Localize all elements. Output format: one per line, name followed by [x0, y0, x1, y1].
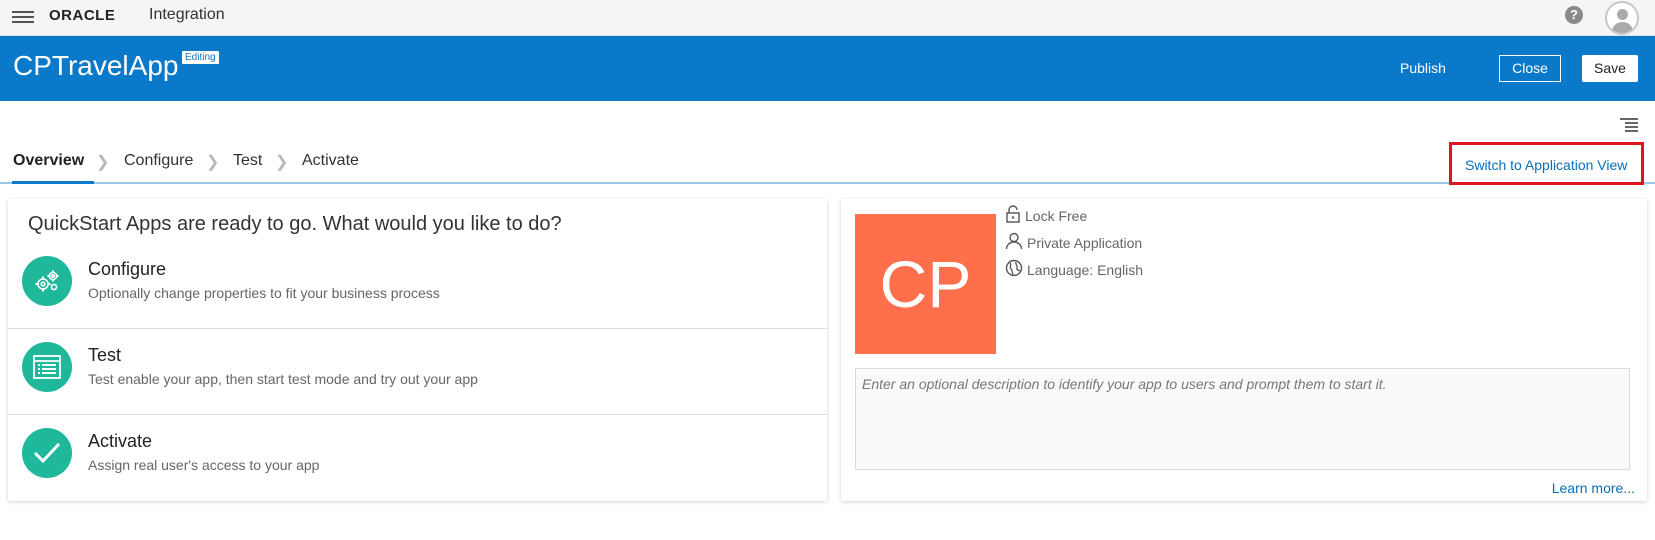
lock-status-label: Lock Free: [1025, 207, 1088, 224]
action-test[interactable]: Test Test enable your app, then start te…: [8, 329, 827, 415]
switch-to-application-view-link[interactable]: Switch to Application View: [1465, 157, 1627, 173]
help-icon[interactable]: ?: [1565, 6, 1583, 24]
action-configure[interactable]: Configure Optionally change properties t…: [8, 243, 827, 329]
visibility-status: Private Application: [1005, 232, 1142, 253]
hamburger-menu-icon[interactable]: [12, 8, 34, 26]
app-header: CPTravelApp Editing Publish Close Save: [0, 36, 1655, 101]
oracle-logo: ORACLE: [49, 7, 116, 24]
lock-open-icon: [1005, 205, 1025, 226]
app-description-field[interactable]: Enter an optional description to identif…: [855, 368, 1630, 470]
globe-icon: [1005, 259, 1027, 280]
action-title: Activate: [88, 431, 153, 451]
action-description: Test enable your app, then start test mo…: [88, 371, 478, 387]
train-step-configure[interactable]: Configure: [124, 152, 193, 170]
test-form-icon: [22, 342, 72, 392]
app-title: CPTravelApp: [13, 50, 179, 81]
train-divider: [0, 182, 1655, 184]
user-avatar[interactable]: [1605, 1, 1639, 35]
action-title: Configure: [88, 259, 167, 279]
editing-badge: Editing: [182, 51, 219, 64]
chevron-right-icon: ❯: [275, 154, 289, 171]
action-activate[interactable]: Activate Assign real user's access to yo…: [8, 415, 827, 501]
list-menu-icon[interactable]: [1620, 116, 1638, 132]
product-name: Integration: [149, 6, 225, 23]
chevron-right-icon: ❯: [96, 154, 110, 171]
train-nav: Overview ❯ Configure ❯ Test ❯ Activate: [0, 140, 1655, 184]
gears-icon: [22, 256, 72, 306]
app-info-panel: CP Lock Free Private Application Languag…: [841, 199, 1647, 501]
checkmark-icon: [22, 428, 72, 478]
chevron-right-icon: ❯: [206, 154, 220, 171]
quickstart-panel: QuickStart Apps are ready to go. What wo…: [8, 199, 827, 501]
language-status: Language: English: [1005, 259, 1143, 280]
visibility-label: Private Application: [1027, 234, 1143, 251]
action-description: Assign real user's access to your app: [88, 457, 320, 473]
action-title: Test: [88, 345, 122, 365]
close-button[interactable]: Close: [1499, 55, 1561, 82]
lock-status: Lock Free: [1005, 205, 1087, 226]
top-bar: ORACLE Integration ?: [0, 0, 1655, 36]
publish-button[interactable]: Publish: [1400, 60, 1446, 76]
person-icon: [1005, 232, 1027, 253]
train-step-activate[interactable]: Activate: [302, 152, 359, 170]
action-description: Optionally change properties to fit your…: [88, 285, 440, 301]
train-step-test[interactable]: Test: [233, 152, 262, 170]
language-label: Language: English: [1027, 261, 1143, 278]
save-button[interactable]: Save: [1582, 55, 1638, 82]
train-active-indicator: [12, 181, 94, 184]
quickstart-heading: QuickStart Apps are ready to go. What wo…: [28, 213, 562, 235]
app-initials-tile: CP: [855, 214, 996, 354]
train-step-overview[interactable]: Overview: [13, 152, 84, 170]
learn-more-link[interactable]: Learn more...: [1552, 480, 1635, 496]
